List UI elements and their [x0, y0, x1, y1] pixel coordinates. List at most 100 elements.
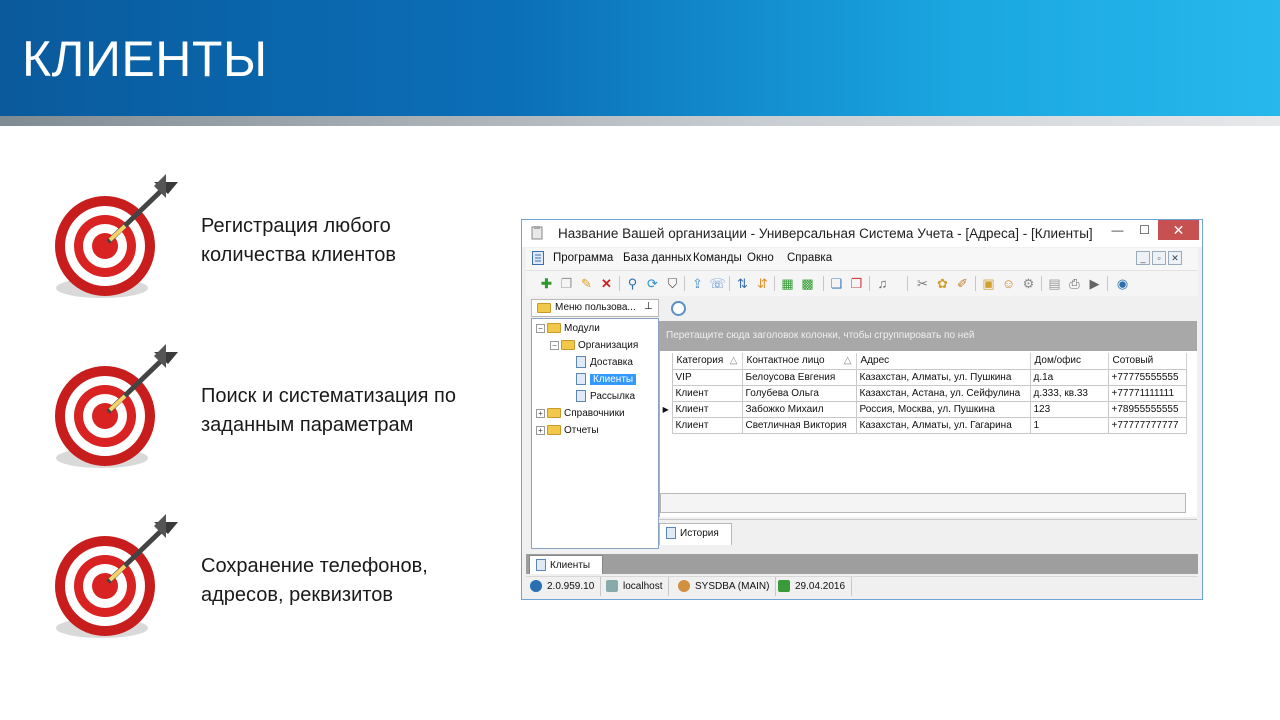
data-grid: Категория △ Контактное лицо △ Адрес Дом/…	[659, 351, 1197, 517]
toolbar-separator	[907, 276, 908, 291]
tree-item-label: Доставка	[590, 357, 633, 368]
menu-programma[interactable]: Программа	[553, 252, 613, 264]
search-icon[interactable]: ⚲	[624, 275, 641, 292]
table-row[interactable]: Клиент Голубева Ольга Казахстан, Астана,…	[660, 384, 1187, 402]
edit-icon[interactable]: ✎	[578, 275, 595, 292]
excel-export-icon[interactable]: ▩	[799, 275, 816, 292]
add-icon[interactable]: ✚	[538, 275, 555, 292]
column-header-office[interactable]: Дом/офис	[1030, 353, 1109, 369]
filter-icon[interactable]: ⛉	[664, 275, 681, 292]
users-icon[interactable]: ☺	[1000, 275, 1017, 292]
refresh-icon[interactable]: ⟳	[644, 275, 661, 292]
play-icon[interactable]: ▶	[1086, 275, 1103, 292]
cell-address[interactable]: Казахстан, Астана, ул. Сейфулина	[855, 384, 1031, 402]
cell-contact[interactable]: Голубева Ольга	[741, 384, 857, 402]
copy-icon[interactable]: ❐	[558, 275, 575, 292]
cell-category[interactable]: Клиент	[671, 400, 743, 418]
tree-item-label: Организация	[578, 340, 639, 351]
sound-icon[interactable]: ♫	[874, 275, 891, 292]
note-icon[interactable]: ✐	[954, 275, 971, 292]
tree-item-reports[interactable]: + Отчеты	[536, 423, 599, 439]
tools-icon[interactable]: ✂	[914, 275, 931, 292]
folder-icon	[561, 340, 575, 351]
cell-office[interactable]: 123	[1029, 400, 1109, 418]
minimize-button[interactable]: —	[1104, 220, 1131, 240]
tree-item-label: Отчеты	[564, 425, 599, 436]
collapse-icon[interactable]: −	[550, 340, 559, 350]
column-header-mobile[interactable]: Сотовый	[1108, 353, 1187, 369]
column-header-category[interactable]: Категория △	[672, 353, 743, 369]
mdi-close-button[interactable]: ✕	[1168, 251, 1182, 265]
menu-window[interactable]: Окно	[747, 252, 774, 264]
sort-up-icon[interactable]: ⇅	[734, 275, 751, 292]
cell-mobile[interactable]: +78955555555	[1107, 400, 1187, 418]
table-row[interactable]: Клиент Светличная Виктория Казахстан, Ал…	[660, 416, 1187, 434]
maximize-button[interactable]: ☐	[1131, 220, 1158, 240]
cell-category[interactable]: Клиент	[671, 416, 743, 434]
help-icon[interactable]: ◉	[1114, 275, 1131, 292]
row-indicator	[660, 385, 673, 401]
sort-down-icon[interactable]: ⇵	[754, 275, 771, 292]
column-header-address[interactable]: Адрес	[856, 353, 1031, 369]
cell-office[interactable]: 1	[1029, 416, 1109, 434]
cell-contact[interactable]: Белоусова Евгения	[741, 368, 857, 386]
cell-address[interactable]: Россия, Москва, ул. Пушкина	[855, 400, 1031, 418]
toolbar-separator	[684, 276, 685, 291]
comment-icon[interactable]: ☏	[709, 275, 726, 292]
mdi-minimize-button[interactable]: _	[1136, 251, 1150, 265]
nav-panel-header[interactable]: Меню пользова... ⊥	[531, 299, 659, 317]
collapse-icon[interactable]: −	[536, 323, 545, 333]
paint-icon[interactable]: ✿	[934, 275, 951, 292]
tab-clients[interactable]: Клиенты	[529, 555, 603, 574]
bullet-line: количества клиентов	[201, 244, 396, 266]
tree-item-mailing[interactable]: Рассылка	[576, 389, 635, 405]
print-icon[interactable]: ⎙	[1066, 275, 1083, 292]
tree-item-organization[interactable]: − Организация	[550, 338, 638, 354]
close-button[interactable]: ✕	[1158, 220, 1199, 240]
cell-contact[interactable]: Забожко Михаил	[741, 400, 857, 418]
settings-icon[interactable]: ⚙	[1020, 275, 1037, 292]
folder-icon	[547, 323, 561, 334]
delete-icon[interactable]: ✕	[598, 275, 615, 292]
cell-office[interactable]: д.1а	[1029, 368, 1109, 386]
cell-contact[interactable]: Светличная Виктория	[741, 416, 857, 434]
excel-import-icon[interactable]: ▦	[779, 275, 796, 292]
bullet-text: Сохранение телефонов, адресов, реквизито…	[201, 552, 501, 610]
column-header-contact[interactable]: Контактное лицо △	[742, 353, 857, 369]
tab-history[interactable]: История	[659, 523, 732, 545]
expand-icon[interactable]: +	[536, 425, 545, 435]
menu-database[interactable]: База данных	[623, 252, 692, 264]
close-window-icon[interactable]: ❐	[848, 275, 865, 292]
title-bar[interactable]: Название Вашей организации - Универсальн…	[522, 220, 1202, 247]
export-icon[interactable]: ⇪	[689, 275, 706, 292]
table-row[interactable]: VIP Белоусова Евгения Казахстан, Алматы,…	[660, 368, 1187, 386]
menu-commands[interactable]: Команды	[693, 252, 742, 264]
tree-item-clients[interactable]: Клиенты	[576, 372, 637, 388]
sort-icon: △	[843, 355, 852, 367]
cell-category[interactable]: Клиент	[671, 384, 743, 402]
cell-office[interactable]: д.333, кв.33	[1029, 384, 1109, 402]
mdi-restore-button[interactable]: ▫	[1152, 251, 1166, 265]
calendar-icon[interactable]: ▤	[1046, 275, 1063, 292]
lock-icon[interactable]: ▣	[980, 275, 997, 292]
tree-item-modules[interactable]: − Модули	[536, 321, 600, 337]
pin-icon[interactable]: ⊥	[644, 301, 653, 312]
cell-mobile[interactable]: +77777777777	[1107, 416, 1187, 434]
new-window-icon[interactable]: ❏	[828, 275, 845, 292]
clock-icon[interactable]	[671, 301, 686, 316]
group-by-panel[interactable]: Перетащите сюда заголовок колонки, чтобы…	[659, 321, 1197, 351]
status-bar: 2.0.959.10 localhost SYSDBA (MAIN) 29.04…	[526, 576, 1198, 596]
cell-category[interactable]: VIP	[671, 368, 743, 386]
cell-address[interactable]: Казахстан, Алматы, ул. Пушкина	[855, 368, 1031, 386]
tab-label: Клиенты	[550, 560, 591, 571]
table-row[interactable]: ▶ Клиент Забожко Михаил Россия, Москва, …	[660, 400, 1187, 418]
cell-address[interactable]: Казахстан, Алматы, ул. Гагарина	[855, 416, 1031, 434]
tree-item-references[interactable]: + Справочники	[536, 406, 625, 422]
cell-mobile[interactable]: +77775555555	[1107, 368, 1187, 386]
expand-icon[interactable]: +	[536, 408, 545, 418]
tree-item-delivery[interactable]: Доставка	[576, 355, 633, 371]
bullet-text: Регистрация любого количества клиентов	[201, 212, 501, 270]
cell-mobile[interactable]: +77771111111	[1107, 384, 1187, 402]
status-date: 29.04.2016	[778, 577, 853, 596]
menu-help[interactable]: Справка	[787, 252, 832, 264]
